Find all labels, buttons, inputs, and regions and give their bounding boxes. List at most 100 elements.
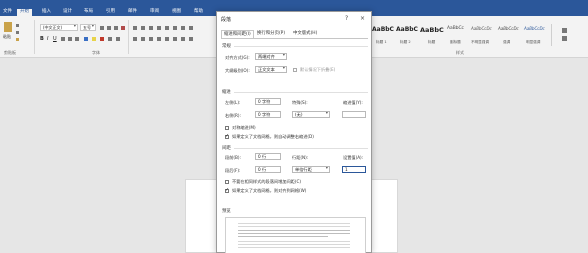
change-case-icon[interactable]: [114, 26, 118, 30]
style-sample-heading1[interactable]: AaBbC: [372, 26, 394, 33]
preview-line: [238, 233, 350, 234]
preview-line: [238, 226, 350, 227]
general-heading: 常规: [222, 44, 231, 49]
special-indent-dropdown[interactable]: (无): [292, 111, 330, 118]
tab-asian-typography[interactable]: 中文版式(H): [291, 30, 319, 38]
bullets-icon[interactable]: [133, 26, 137, 30]
preview-line: [238, 244, 350, 245]
paste-icon[interactable]: [4, 22, 12, 32]
mirror-indents-label: 对称缩进(M): [232, 125, 256, 130]
style-sample-intense-emphasis[interactable]: AaBbCcDc: [524, 26, 545, 31]
tab-home[interactable]: 开始: [17, 9, 32, 16]
font-size-dropdown[interactable]: 五号: [80, 24, 96, 31]
styles-scroll[interactable]: [551, 24, 555, 46]
align-center-icon[interactable]: [141, 37, 145, 41]
tab-insert[interactable]: 插入: [42, 9, 51, 15]
outline-level-dropdown[interactable]: 正文文本: [255, 66, 287, 73]
space-after-input[interactable]: 0 行: [255, 166, 281, 173]
chinese-layout-icon[interactable]: [173, 26, 177, 30]
italic-icon[interactable]: I: [47, 36, 48, 42]
decrease-indent-icon[interactable]: [157, 26, 161, 30]
copy-icon[interactable]: [16, 31, 19, 34]
justify-icon[interactable]: [157, 37, 161, 41]
borders-icon[interactable]: [189, 37, 193, 41]
tab-references[interactable]: 引用: [106, 9, 115, 15]
section-divider: [234, 148, 368, 149]
style-name-title: 标题: [428, 40, 436, 44]
font-color-icon[interactable]: [100, 37, 104, 41]
style-sample-title[interactable]: AaBbC: [420, 26, 444, 34]
line-spacing-icon[interactable]: [173, 37, 177, 41]
subscript-icon[interactable]: [68, 37, 72, 41]
grow-font-icon[interactable]: [100, 26, 104, 30]
char-shading-icon[interactable]: [108, 37, 112, 41]
tab-line-page-breaks[interactable]: 换行和分页(P): [255, 30, 287, 38]
show-marks-icon[interactable]: [189, 26, 193, 30]
format-painter-icon[interactable]: [16, 38, 19, 41]
font-name-dropdown[interactable]: (中文正文): [40, 24, 78, 31]
preview-line: [238, 236, 328, 237]
cut-icon[interactable]: [16, 24, 19, 27]
style-name-subtitle: 副标题: [450, 40, 461, 44]
mirror-indents-checkbox[interactable]: [225, 126, 229, 130]
help-button[interactable]: ?: [345, 15, 348, 22]
tab-help[interactable]: 帮助: [194, 9, 203, 15]
tab-design[interactable]: 设计: [63, 9, 72, 15]
distributed-icon[interactable]: [165, 37, 169, 41]
find-icon[interactable]: [562, 28, 567, 33]
line-spacing-dropdown[interactable]: 单倍行距: [292, 166, 330, 173]
paragraph-dialog: 段落 ? × 缩进和间距(I) 换行和分页(P) 中文版式(H) 常规 对齐方式…: [216, 11, 372, 253]
auto-right-indent-label: 如果定义了文档网格，则自动调整右缩进(D): [232, 134, 314, 139]
bold-icon[interactable]: B: [40, 36, 44, 42]
replace-icon[interactable]: [562, 36, 567, 41]
indent-right-input[interactable]: 0 字符: [255, 111, 281, 118]
highlight-icon[interactable]: [92, 37, 96, 41]
preview-line: [238, 241, 350, 242]
shrink-font-icon[interactable]: [107, 26, 111, 30]
section-divider: [234, 46, 368, 47]
enclose-char-icon[interactable]: [116, 37, 120, 41]
style-sample-emphasis[interactable]: AaBbCcDc: [498, 26, 519, 31]
style-name-emphasis: 强调: [503, 40, 511, 44]
no-space-same-style-checkbox[interactable]: [225, 180, 229, 184]
tab-file[interactable]: 文件: [3, 9, 12, 15]
align-right-icon[interactable]: [149, 37, 153, 41]
style-sample-subtitle[interactable]: AaBbCc: [447, 26, 464, 31]
snap-to-grid-checkbox[interactable]: [225, 187, 229, 193]
clear-format-icon[interactable]: [121, 26, 125, 30]
alignment-dropdown[interactable]: 两端对齐: [255, 53, 287, 60]
auto-right-indent-checkbox[interactable]: [225, 133, 229, 139]
style-sample-heading2[interactable]: AaBbC: [396, 26, 418, 33]
indent-by-label: 缩进值(Y):: [343, 100, 363, 105]
strikethrough-icon[interactable]: [61, 37, 65, 41]
multilevel-list-icon[interactable]: [149, 26, 153, 30]
numbering-icon[interactable]: [141, 26, 145, 30]
preview-heading: 预览: [222, 209, 231, 214]
snap-to-grid-label: 如果定义了文档网格，则对齐到网格(W): [232, 188, 307, 193]
preview-box: [225, 217, 366, 253]
outline-level-label: 大纲级别(O):: [225, 68, 250, 73]
tab-indents-spacing[interactable]: 缩进和间距(I): [221, 30, 254, 38]
underline-icon[interactable]: U: [53, 36, 57, 42]
section-divider: [234, 92, 368, 93]
indent-left-input[interactable]: 0 字符: [255, 98, 281, 105]
increase-indent-icon[interactable]: [165, 26, 169, 30]
collapse-checkbox[interactable]: [293, 68, 297, 72]
tab-review[interactable]: 审阅: [150, 9, 159, 15]
preview-line: [238, 230, 350, 231]
space-before-input[interactable]: 0 行: [255, 153, 281, 160]
style-sample-subtle-emphasis[interactable]: AaBbCcDc: [471, 26, 492, 31]
special-indent-label: 特殊(S):: [292, 100, 308, 105]
sort-icon[interactable]: [181, 26, 185, 30]
shading-icon[interactable]: [181, 37, 185, 41]
tab-layout[interactable]: 布局: [84, 9, 93, 15]
align-left-icon[interactable]: [133, 37, 137, 41]
tab-view[interactable]: 视图: [172, 9, 181, 15]
indent-by-input[interactable]: [342, 111, 366, 118]
text-effects-icon[interactable]: [84, 37, 88, 41]
spacing-at-input[interactable]: 1: [342, 166, 366, 173]
tab-mailings[interactable]: 邮件: [128, 9, 137, 15]
style-name-heading2: 标题 2: [400, 40, 411, 44]
superscript-icon[interactable]: [75, 37, 79, 41]
close-button[interactable]: ×: [360, 15, 365, 22]
